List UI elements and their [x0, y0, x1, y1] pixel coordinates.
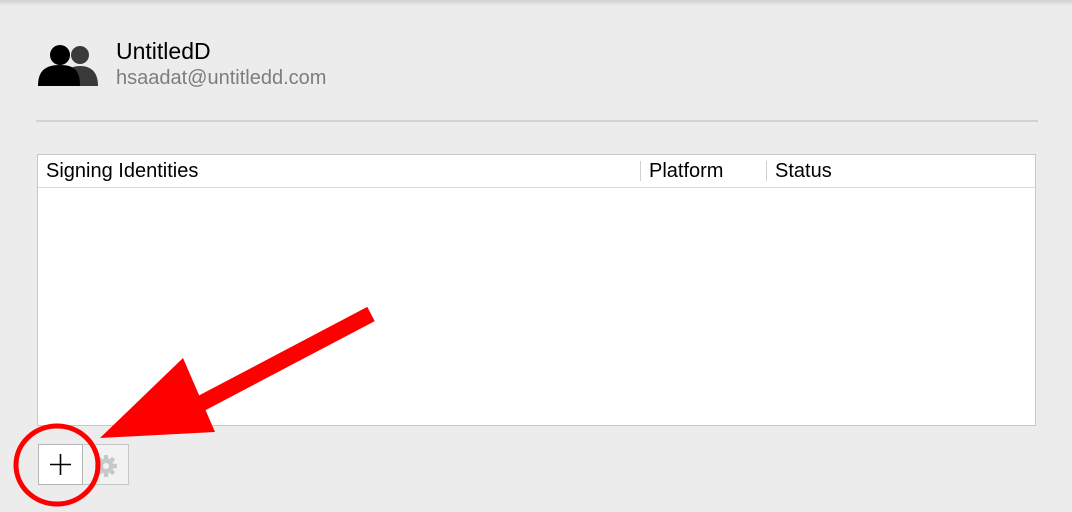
column-header-signing-identities[interactable]: Signing Identities: [46, 155, 198, 187]
signing-identities-table[interactable]: Signing Identities Platform Status: [37, 154, 1036, 426]
column-header-platform[interactable]: Platform: [649, 155, 723, 187]
add-identity-button[interactable]: [38, 444, 83, 485]
gear-icon: [95, 455, 117, 477]
users-icon: [38, 45, 98, 86]
table-body-empty[interactable]: [38, 188, 1035, 425]
action-menu-button[interactable]: [83, 444, 129, 485]
table-header: Signing Identities Platform Status: [38, 155, 1035, 188]
column-header-status[interactable]: Status: [775, 155, 832, 187]
section-divider: [36, 120, 1038, 122]
account-name: UntitledD: [116, 38, 211, 64]
plus-icon: [50, 454, 71, 475]
account-email: hsaadat@untitledd.com: [116, 67, 327, 89]
column-divider[interactable]: [766, 161, 767, 181]
window-top-edge: [0, 0, 1072, 6]
column-divider[interactable]: [640, 161, 641, 181]
